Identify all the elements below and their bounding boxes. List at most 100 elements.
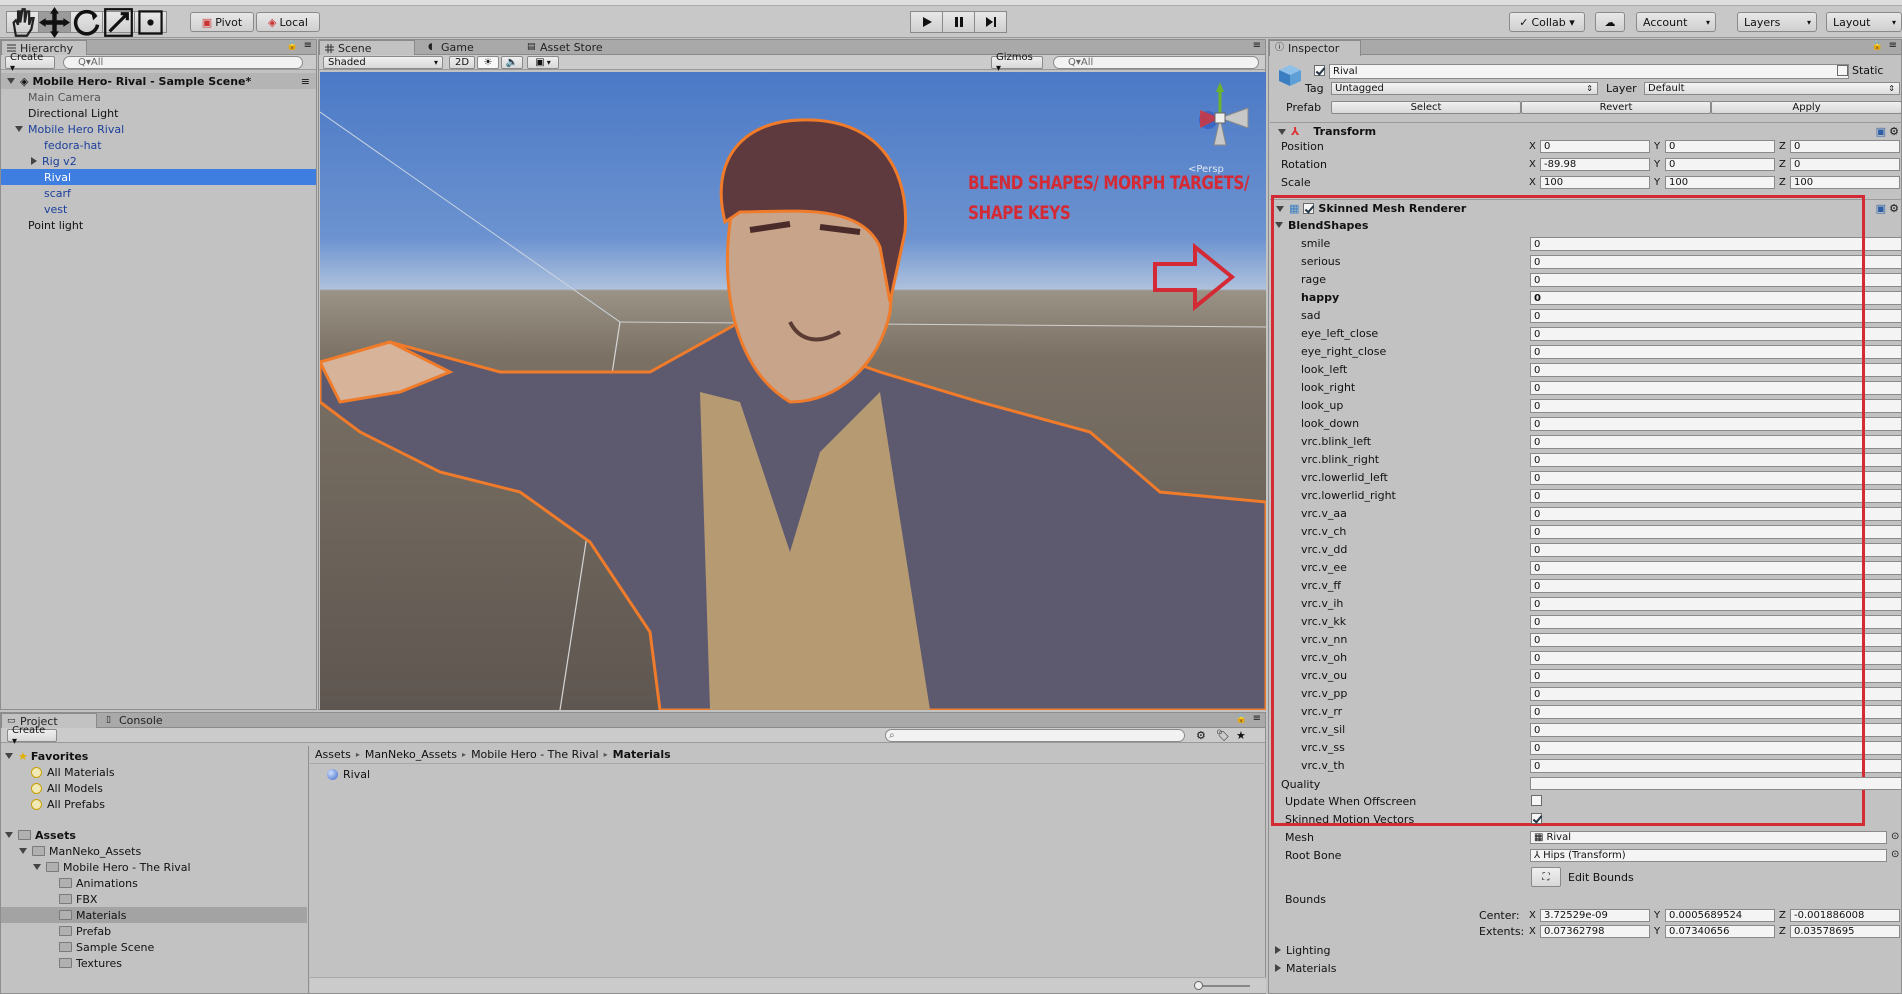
blendshape-value-field[interactable]: 0 — [1530, 723, 1902, 737]
lock-icon[interactable]: 🔒 — [1236, 714, 1247, 724]
hierarchy-item[interactable]: Main Camera — [1, 89, 316, 105]
asset-item[interactable]: Rival — [327, 766, 370, 782]
edit-bounds-button[interactable]: ⛶ — [1531, 867, 1561, 887]
blendshapes-foldout[interactable]: BlendShapes — [1275, 217, 1368, 233]
blendshape-value-field[interactable]: 0 — [1530, 471, 1902, 485]
fold-down-icon[interactable] — [15, 126, 23, 132]
hierarchy-item[interactable]: fedora-hat — [1, 137, 316, 153]
tab-scene[interactable]: Scene — [319, 40, 415, 56]
fold-down-icon[interactable] — [5, 832, 13, 838]
blendshape-value-field[interactable]: 0 — [1530, 291, 1902, 305]
folder-tree-item[interactable]: Mobile Hero - The Rival — [1, 859, 307, 875]
shading-mode-dropdown[interactable]: Shaded ▾ — [323, 56, 443, 69]
breadcrumb-item[interactable]: Materials — [613, 748, 671, 761]
bounds-extents-x-field[interactable]: 0.07362798 — [1540, 925, 1650, 938]
folder-tree-item[interactable]: Prefab — [1, 923, 307, 939]
hand-tool-button[interactable] — [6, 7, 39, 37]
blendshape-value-field[interactable]: 0 — [1530, 525, 1902, 539]
project-search-input[interactable]: ⌕ — [885, 729, 1185, 742]
prefab-revert-button[interactable]: Revert — [1521, 101, 1711, 114]
object-picker-icon[interactable]: ⊙ — [1891, 849, 1899, 860]
slider-thumb[interactable] — [1194, 981, 1203, 990]
transform-rotation-z-field[interactable]: 0 — [1790, 158, 1900, 171]
project-create-button[interactable]: Create ▾ — [7, 725, 57, 747]
hierarchy-item[interactable]: scarf — [1, 185, 316, 201]
blendshape-value-field[interactable]: 0 — [1530, 741, 1902, 755]
blendshape-value-field[interactable]: 0 — [1530, 489, 1902, 503]
assets-header[interactable]: Assets — [5, 827, 76, 843]
blendshape-value-field[interactable]: 0 — [1530, 273, 1902, 287]
active-checkbox[interactable] — [1314, 65, 1325, 76]
lock-icon[interactable]: 🔒 — [287, 41, 298, 51]
collab-dropdown[interactable]: ✓ Collab ▾ — [1509, 12, 1585, 32]
hierarchy-item[interactable]: Directional Light — [1, 105, 316, 121]
hierarchy-item[interactable]: vest — [1, 201, 316, 217]
fold-right-icon[interactable] — [31, 157, 37, 165]
hierarchy-create-button[interactable]: Create ▾ — [5, 52, 55, 74]
play-button[interactable] — [910, 11, 943, 33]
transform-header[interactable]: ⅄ Transform ▣ ⚙ — [1270, 122, 1902, 140]
cloud-button[interactable]: ☁ — [1595, 12, 1625, 32]
pivot-toggle[interactable]: ▣ Pivot — [190, 12, 254, 32]
scale-tool-button[interactable] — [102, 7, 135, 37]
lighting-foldout[interactable]: Lighting — [1275, 942, 1330, 958]
filter-type-icon[interactable]: ⚙ — [1196, 729, 1206, 742]
hierarchy-item[interactable]: Rival — [1, 169, 316, 185]
blendshape-value-field[interactable]: 0 — [1530, 453, 1902, 467]
transform-scale-y-field[interactable]: 100 — [1665, 176, 1775, 189]
bounds-center-y-field[interactable]: 0.0005689524 — [1665, 909, 1775, 922]
blendshape-value-field[interactable]: 0 — [1530, 507, 1902, 521]
help-book-icon[interactable]: ▣ — [1876, 125, 1886, 138]
tab-console[interactable]: ▯ Console — [101, 713, 191, 728]
blendshape-value-field[interactable]: 0 — [1530, 417, 1902, 431]
blendshape-value-field[interactable]: 0 — [1530, 597, 1902, 611]
quality-dropdown[interactable] — [1530, 777, 1902, 790]
smr-enabled-checkbox[interactable] — [1303, 203, 1315, 214]
mesh-object-field[interactable]: ▦ Rival — [1530, 831, 1887, 844]
hierarchy-item[interactable]: Mobile Hero Rival — [1, 121, 316, 137]
prefab-select-button[interactable]: Select — [1331, 101, 1521, 114]
scene-search-input[interactable]: Q▾All — [1053, 56, 1259, 69]
materials-foldout[interactable]: Materials — [1275, 960, 1336, 976]
folder-tree-item[interactable]: Sample Scene — [1, 939, 307, 955]
rect-tool-button[interactable] — [134, 9, 167, 35]
hierarchy-item[interactable]: Rig v2 — [1, 153, 316, 169]
blendshape-value-field[interactable]: 0 — [1530, 255, 1902, 269]
filter-label-icon[interactable]: 🏷 — [1216, 729, 1230, 742]
transform-scale-z-field[interactable]: 100 — [1790, 176, 1900, 189]
bounds-center-z-field[interactable]: -0.001886008 — [1790, 909, 1900, 922]
root-bone-object-field[interactable]: ⅄ Hips (Transform) — [1530, 849, 1887, 862]
favorite-item[interactable]: All Prefabs — [31, 796, 105, 812]
fold-down-icon[interactable] — [33, 864, 41, 870]
bounds-center-x-field[interactable]: 3.72529e-09 — [1540, 909, 1650, 922]
effects-dropdown[interactable]: ▣ ▾ — [527, 56, 559, 69]
blendshape-value-field[interactable]: 0 — [1530, 399, 1902, 413]
folder-tree-item[interactable]: ManNeko_Assets — [1, 843, 307, 859]
panel-menu-icon[interactable]: ≡ — [301, 75, 310, 88]
blendshape-value-field[interactable]: 0 — [1530, 705, 1902, 719]
gear-icon[interactable]: ⚙ — [1889, 202, 1899, 215]
fold-down-icon[interactable] — [1275, 222, 1283, 228]
fold-right-icon[interactable] — [1275, 946, 1281, 954]
blendshape-value-field[interactable]: 0 — [1530, 435, 1902, 449]
tab-inspector[interactable]: ⓘ Inspector — [1269, 40, 1361, 56]
blendshape-value-field[interactable]: 0 — [1530, 759, 1902, 773]
pause-button[interactable] — [942, 11, 975, 33]
fold-right-icon[interactable] — [1275, 964, 1281, 972]
transform-scale-x-field[interactable]: 100 — [1540, 176, 1650, 189]
folder-tree-item[interactable]: FBX — [1, 891, 307, 907]
step-button[interactable] — [974, 11, 1007, 33]
skinned-motion-vectors-checkbox[interactable] — [1531, 813, 1542, 824]
blendshape-value-field[interactable]: 0 — [1530, 633, 1902, 647]
blendshape-value-field[interactable]: 0 — [1530, 543, 1902, 557]
scene-viewport[interactable]: <Persp BLEND SHAPES/ MORPH TARGETS/ SHAP… — [320, 72, 1266, 710]
help-book-icon[interactable]: ▣ — [1876, 202, 1886, 215]
bounds-extents-z-field[interactable]: 0.03578695 — [1790, 925, 1900, 938]
fold-down-icon[interactable] — [5, 753, 13, 759]
tab-asset-store[interactable]: ▤ Asset Store — [522, 40, 642, 55]
blendshape-value-field[interactable]: 0 — [1530, 345, 1902, 359]
scene-root-row[interactable]: ◈ Mobile Hero- Rival - Sample Scene* ≡ — [1, 73, 316, 89]
rotate-tool-button[interactable] — [70, 9, 103, 36]
favorite-item[interactable]: All Models — [31, 780, 103, 796]
2d-toggle[interactable]: 2D — [449, 56, 475, 69]
